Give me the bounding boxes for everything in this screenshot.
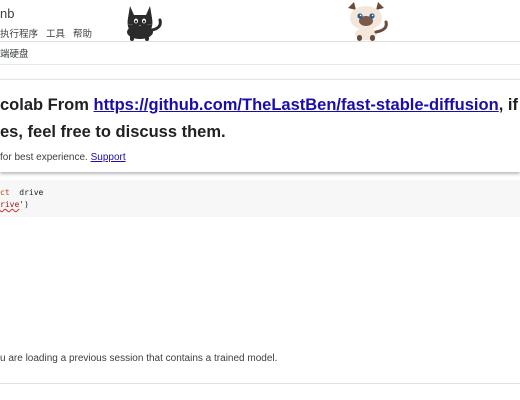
menu-tools[interactable]: 工具 — [46, 26, 65, 40]
code-keyword: ct — [0, 188, 10, 197]
bottom-divider — [0, 383, 520, 384]
support-link[interactable]: Support — [91, 152, 126, 163]
menu-help[interactable]: 帮助 — [73, 26, 92, 40]
code-string: rive — [0, 200, 20, 209]
menu-bar: 执行程序 工具 帮助 — [0, 26, 92, 40]
bottom-note: u are loading a previous session that co… — [0, 353, 278, 364]
toolbar-drive-label[interactable]: 端硬盘 — [0, 46, 29, 60]
cell-heading: colab From https://github.com/TheLastBen… — [0, 92, 518, 146]
toolbar-divider — [0, 64, 520, 65]
colab-notebook-page: nb 执行程序 工具 帮助 端硬盘 colab From https://git… — [0, 0, 520, 400]
heading-suffix: , if — [498, 96, 518, 114]
code-import-target: drive — [9, 188, 44, 197]
siamese-cat-icon — [348, 2, 388, 41]
code-line-2: rive') — [0, 199, 29, 211]
notebook-title[interactable]: nb — [0, 6, 14, 21]
heading-line-1: colab From https://github.com/TheLastBen… — [0, 92, 518, 119]
code-line-1: ct drive — [0, 187, 43, 199]
code-cell[interactable]: ct drive rive') — [0, 180, 520, 217]
heading-prefix: colab From — [0, 96, 94, 114]
text-cell[interactable]: colab From https://github.com/TheLastBen… — [0, 79, 520, 172]
header-divider — [0, 41, 520, 42]
black-cat-icon — [127, 6, 162, 41]
note-prefix: for best experience. — [0, 152, 91, 163]
code-close: ') — [19, 200, 29, 209]
cell-note: for best experience. Support — [0, 152, 126, 163]
github-link[interactable]: https://github.com/TheLastBen/fast-stabl… — [94, 96, 499, 114]
heading-line-2: es, feel free to discuss them. — [0, 123, 226, 141]
menu-runtime[interactable]: 执行程序 — [0, 26, 38, 40]
